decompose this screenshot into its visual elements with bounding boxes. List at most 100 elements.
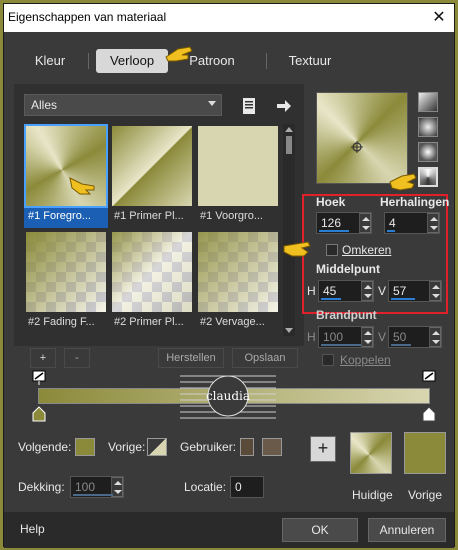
dropdown-value: Alles bbox=[31, 98, 58, 112]
gradient-item[interactable]: #2 Vervage... bbox=[196, 230, 280, 334]
tab-textuur[interactable]: Textuur bbox=[274, 49, 346, 73]
angle-label: Hoek bbox=[316, 195, 346, 209]
opacity-label: Dekking: bbox=[18, 480, 65, 494]
add-gradient-button[interactable]: + bbox=[30, 348, 56, 368]
focal-h-level-bar bbox=[321, 344, 361, 346]
window-title: Eigenschappen van materiaal bbox=[8, 10, 167, 24]
link-checkbox[interactable] bbox=[322, 354, 334, 366]
library-scrollbar[interactable] bbox=[283, 124, 295, 336]
save-button[interactable]: Opslaan bbox=[232, 348, 298, 368]
current-label: Huidige bbox=[352, 488, 393, 502]
opacity-value: 100 bbox=[75, 480, 96, 494]
end-marker-icon[interactable] bbox=[422, 406, 436, 422]
watermark-logo: claudia bbox=[180, 375, 276, 419]
gradient-item[interactable]: #2 Fading F... bbox=[24, 230, 108, 334]
hand-pointer-icon bbox=[165, 46, 193, 62]
scroll-up-icon[interactable] bbox=[285, 127, 293, 132]
gradient-label: #2 Vervage... bbox=[200, 316, 265, 328]
radial-style-button[interactable] bbox=[418, 142, 438, 162]
previous-label: Vorige bbox=[408, 488, 443, 502]
center-label: Middelpunt bbox=[316, 262, 380, 276]
add-to-swatches-button[interactable]: + bbox=[310, 436, 336, 462]
scroll-thumb[interactable] bbox=[286, 136, 292, 154]
user-label: Gebruiker: bbox=[180, 440, 237, 454]
end-color-stop-icon[interactable] bbox=[422, 370, 436, 386]
location-label: Locatie: bbox=[184, 480, 227, 494]
focal-v-input[interactable]: 50 bbox=[388, 326, 442, 348]
center-point-icon[interactable] bbox=[351, 141, 363, 153]
center-h-label: H bbox=[307, 284, 316, 298]
gradient-thumbnail bbox=[198, 232, 278, 312]
center-v-label: V bbox=[378, 284, 387, 298]
help-button[interactable]: Help bbox=[20, 522, 45, 536]
hand-pointer-icon bbox=[389, 173, 417, 191]
opacity-level-bar bbox=[73, 494, 113, 496]
spin-arrows-icon[interactable] bbox=[429, 327, 441, 347]
spin-arrows-icon[interactable] bbox=[361, 327, 373, 347]
gradient-item[interactable]: #1 Primer Pl... bbox=[110, 124, 194, 228]
gradient-label: #2 Fading F... bbox=[28, 316, 95, 328]
close-icon[interactable]: ✕ bbox=[428, 7, 450, 29]
title-bar: Eigenschappen van materiaal ✕ bbox=[4, 4, 454, 32]
gradient-item[interactable]: #1 Voorgro... bbox=[196, 124, 280, 228]
gradient-item[interactable]: #2 Primer Pl... bbox=[110, 230, 194, 334]
center-v-input[interactable]: 57 bbox=[388, 280, 442, 302]
svg-text:claudia: claudia bbox=[206, 389, 250, 403]
category-dropdown[interactable]: Alles bbox=[24, 94, 222, 116]
gradient-thumbnail bbox=[112, 126, 192, 206]
cancel-button[interactable]: Annuleren bbox=[368, 518, 446, 542]
gradient-thumbnail bbox=[112, 232, 192, 312]
tab-bar: Kleur Verloop Patroon Textuur bbox=[4, 46, 454, 75]
angle-value: 126 bbox=[321, 216, 342, 230]
link-label: Koppelen bbox=[340, 353, 391, 367]
location-value: 0 bbox=[235, 480, 242, 494]
ok-button[interactable]: OK bbox=[282, 518, 358, 542]
current-swatch[interactable] bbox=[350, 432, 392, 474]
tab-kleur[interactable]: Kleur bbox=[18, 49, 82, 73]
user-swatch[interactable] bbox=[262, 438, 282, 456]
material-properties-dialog: Eigenschappen van materiaal ✕ Kleur Verl… bbox=[3, 3, 455, 548]
focal-h-input[interactable]: 100 bbox=[318, 326, 374, 348]
library-list-icon[interactable] bbox=[240, 96, 260, 116]
start-color-stop-icon[interactable] bbox=[32, 370, 46, 386]
center-v-level-bar bbox=[391, 298, 415, 300]
angle-input[interactable]: 126 bbox=[316, 212, 372, 234]
rectangular-style-button[interactable] bbox=[418, 117, 438, 137]
sunburst-style-button[interactable] bbox=[418, 167, 438, 187]
tab-verloop[interactable]: Verloop bbox=[96, 49, 168, 73]
focal-h-label: H bbox=[307, 330, 316, 344]
follow-swatch[interactable] bbox=[75, 438, 95, 456]
previous-material-swatch[interactable] bbox=[404, 432, 446, 474]
follow-label: Volgende: bbox=[18, 440, 72, 454]
user-swatch-dark[interactable] bbox=[240, 438, 254, 456]
start-marker-icon[interactable] bbox=[32, 406, 46, 422]
scroll-down-icon[interactable] bbox=[285, 328, 293, 333]
gradient-label: #1 Primer Pl... bbox=[114, 210, 184, 222]
spin-arrows-icon[interactable] bbox=[361, 281, 373, 301]
repeats-input[interactable]: 4 bbox=[384, 212, 440, 234]
center-h-input[interactable]: 45 bbox=[318, 280, 374, 302]
invert-checkbox[interactable] bbox=[326, 244, 338, 256]
arrow-right-icon[interactable] bbox=[274, 96, 294, 116]
gradient-item[interactable]: #1 Foregro... bbox=[24, 124, 108, 228]
angle-level-bar bbox=[319, 230, 349, 232]
repeats-label: Herhalingen bbox=[380, 195, 450, 209]
linear-style-button[interactable] bbox=[418, 92, 438, 112]
spin-arrows-icon[interactable] bbox=[429, 281, 441, 301]
previous-swatch[interactable] bbox=[147, 438, 167, 456]
chevron-down-icon bbox=[208, 101, 216, 106]
window-frame: Eigenschappen van materiaal ✕ Kleur Verl… bbox=[0, 0, 458, 550]
gradient-preview[interactable] bbox=[316, 92, 408, 184]
repeats-value: 4 bbox=[389, 216, 396, 230]
focal-label: Brandpunt bbox=[316, 308, 377, 322]
hand-pointer-icon bbox=[283, 241, 311, 257]
restore-button[interactable]: Herstellen bbox=[158, 348, 224, 368]
repeats-level-bar bbox=[387, 230, 395, 232]
center-h-value: 45 bbox=[323, 284, 337, 298]
remove-gradient-button[interactable]: - bbox=[64, 348, 90, 368]
opacity-input[interactable]: 100 bbox=[70, 476, 124, 498]
location-input[interactable]: 0 bbox=[230, 476, 264, 498]
center-h-level-bar bbox=[321, 298, 341, 300]
spin-arrows-icon[interactable] bbox=[359, 213, 371, 233]
spin-arrows-icon[interactable] bbox=[427, 213, 439, 233]
